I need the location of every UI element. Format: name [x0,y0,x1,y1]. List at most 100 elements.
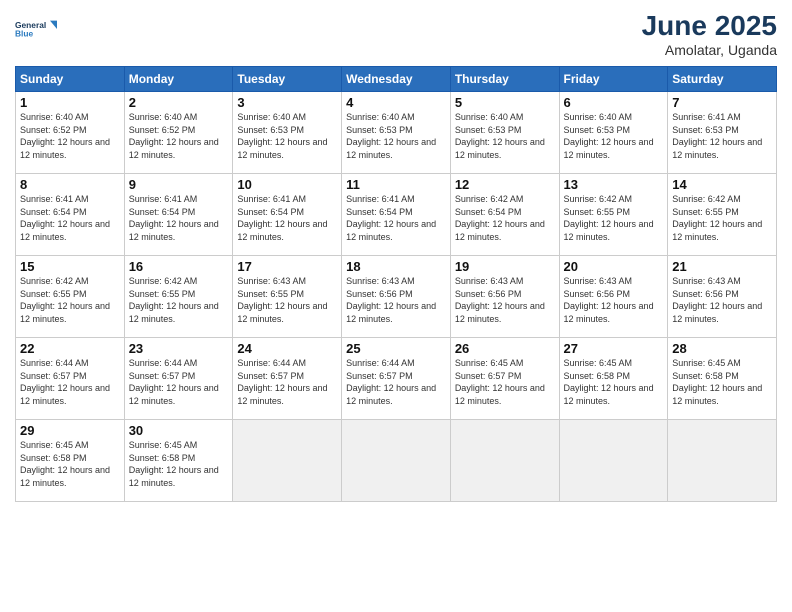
day-cell: 6 Sunrise: 6:40 AMSunset: 6:53 PMDayligh… [559,92,668,174]
day-cell: 13 Sunrise: 6:42 AMSunset: 6:55 PMDaylig… [559,174,668,256]
col-saturday: Saturday [668,67,777,92]
day-info: Sunrise: 6:41 AMSunset: 6:54 PMDaylight:… [346,194,436,242]
day-info: Sunrise: 6:42 AMSunset: 6:55 PMDaylight:… [129,276,219,324]
day-info: Sunrise: 6:43 AMSunset: 6:56 PMDaylight:… [672,276,762,324]
day-number: 6 [564,95,664,110]
day-info: Sunrise: 6:41 AMSunset: 6:54 PMDaylight:… [20,194,110,242]
day-number: 14 [672,177,772,192]
location: Amolatar, Uganda [642,42,777,58]
day-cell: 5 Sunrise: 6:40 AMSunset: 6:53 PMDayligh… [450,92,559,174]
day-number: 3 [237,95,337,110]
logo-svg: General Blue [15,10,57,48]
col-sunday: Sunday [16,67,125,92]
week-row: 1 Sunrise: 6:40 AMSunset: 6:52 PMDayligh… [16,92,777,174]
day-info: Sunrise: 6:43 AMSunset: 6:55 PMDaylight:… [237,276,327,324]
day-info: Sunrise: 6:43 AMSunset: 6:56 PMDaylight:… [346,276,436,324]
day-number: 7 [672,95,772,110]
calendar-body: 1 Sunrise: 6:40 AMSunset: 6:52 PMDayligh… [16,92,777,502]
day-info: Sunrise: 6:44 AMSunset: 6:57 PMDaylight:… [346,358,436,406]
day-number: 18 [346,259,446,274]
empty-cell [233,420,342,502]
day-number: 27 [564,341,664,356]
day-info: Sunrise: 6:45 AMSunset: 6:58 PMDaylight:… [672,358,762,406]
day-number: 28 [672,341,772,356]
day-cell: 29 Sunrise: 6:45 AMSunset: 6:58 PMDaylig… [16,420,125,502]
title-block: June 2025 Amolatar, Uganda [642,10,777,58]
day-info: Sunrise: 6:40 AMSunset: 6:53 PMDaylight:… [564,112,654,160]
day-cell: 15 Sunrise: 6:42 AMSunset: 6:55 PMDaylig… [16,256,125,338]
day-info: Sunrise: 6:45 AMSunset: 6:57 PMDaylight:… [455,358,545,406]
col-thursday: Thursday [450,67,559,92]
day-info: Sunrise: 6:42 AMSunset: 6:54 PMDaylight:… [455,194,545,242]
day-cell: 22 Sunrise: 6:44 AMSunset: 6:57 PMDaylig… [16,338,125,420]
day-info: Sunrise: 6:45 AMSunset: 6:58 PMDaylight:… [129,440,219,488]
day-number: 22 [20,341,120,356]
day-number: 2 [129,95,229,110]
day-cell: 17 Sunrise: 6:43 AMSunset: 6:55 PMDaylig… [233,256,342,338]
day-info: Sunrise: 6:40 AMSunset: 6:53 PMDaylight:… [237,112,327,160]
logo: General Blue [15,10,57,48]
day-cell: 27 Sunrise: 6:45 AMSunset: 6:58 PMDaylig… [559,338,668,420]
day-number: 25 [346,341,446,356]
day-info: Sunrise: 6:42 AMSunset: 6:55 PMDaylight:… [20,276,110,324]
day-cell: 25 Sunrise: 6:44 AMSunset: 6:57 PMDaylig… [342,338,451,420]
day-number: 9 [129,177,229,192]
day-number: 4 [346,95,446,110]
day-info: Sunrise: 6:41 AMSunset: 6:54 PMDaylight:… [237,194,327,242]
day-number: 19 [455,259,555,274]
empty-cell [559,420,668,502]
day-info: Sunrise: 6:40 AMSunset: 6:53 PMDaylight:… [346,112,436,160]
day-number: 5 [455,95,555,110]
calendar-table: Sunday Monday Tuesday Wednesday Thursday… [15,66,777,502]
empty-cell [450,420,559,502]
day-info: Sunrise: 6:45 AMSunset: 6:58 PMDaylight:… [564,358,654,406]
month-year: June 2025 [642,10,777,42]
week-row: 22 Sunrise: 6:44 AMSunset: 6:57 PMDaylig… [16,338,777,420]
col-monday: Monday [124,67,233,92]
col-tuesday: Tuesday [233,67,342,92]
day-cell: 24 Sunrise: 6:44 AMSunset: 6:57 PMDaylig… [233,338,342,420]
header-row: Sunday Monday Tuesday Wednesday Thursday… [16,67,777,92]
day-cell: 2 Sunrise: 6:40 AMSunset: 6:52 PMDayligh… [124,92,233,174]
col-friday: Friday [559,67,668,92]
day-number: 1 [20,95,120,110]
day-number: 16 [129,259,229,274]
day-info: Sunrise: 6:45 AMSunset: 6:58 PMDaylight:… [20,440,110,488]
day-number: 8 [20,177,120,192]
day-info: Sunrise: 6:44 AMSunset: 6:57 PMDaylight:… [237,358,327,406]
day-info: Sunrise: 6:41 AMSunset: 6:54 PMDaylight:… [129,194,219,242]
week-row: 15 Sunrise: 6:42 AMSunset: 6:55 PMDaylig… [16,256,777,338]
day-info: Sunrise: 6:40 AMSunset: 6:53 PMDaylight:… [455,112,545,160]
day-cell: 7 Sunrise: 6:41 AMSunset: 6:53 PMDayligh… [668,92,777,174]
day-number: 15 [20,259,120,274]
header: General Blue June 2025 Amolatar, Uganda [15,10,777,58]
empty-cell [342,420,451,502]
col-wednesday: Wednesday [342,67,451,92]
day-cell: 1 Sunrise: 6:40 AMSunset: 6:52 PMDayligh… [16,92,125,174]
empty-cell [668,420,777,502]
day-cell: 20 Sunrise: 6:43 AMSunset: 6:56 PMDaylig… [559,256,668,338]
day-number: 29 [20,423,120,438]
day-cell: 28 Sunrise: 6:45 AMSunset: 6:58 PMDaylig… [668,338,777,420]
day-number: 12 [455,177,555,192]
day-cell: 8 Sunrise: 6:41 AMSunset: 6:54 PMDayligh… [16,174,125,256]
day-cell: 4 Sunrise: 6:40 AMSunset: 6:53 PMDayligh… [342,92,451,174]
day-number: 11 [346,177,446,192]
day-info: Sunrise: 6:43 AMSunset: 6:56 PMDaylight:… [455,276,545,324]
day-number: 20 [564,259,664,274]
day-number: 26 [455,341,555,356]
day-cell: 23 Sunrise: 6:44 AMSunset: 6:57 PMDaylig… [124,338,233,420]
day-number: 17 [237,259,337,274]
day-number: 30 [129,423,229,438]
day-cell: 30 Sunrise: 6:45 AMSunset: 6:58 PMDaylig… [124,420,233,502]
day-cell: 9 Sunrise: 6:41 AMSunset: 6:54 PMDayligh… [124,174,233,256]
day-info: Sunrise: 6:40 AMSunset: 6:52 PMDaylight:… [20,112,110,160]
day-cell: 26 Sunrise: 6:45 AMSunset: 6:57 PMDaylig… [450,338,559,420]
day-cell: 19 Sunrise: 6:43 AMSunset: 6:56 PMDaylig… [450,256,559,338]
day-cell: 16 Sunrise: 6:42 AMSunset: 6:55 PMDaylig… [124,256,233,338]
day-number: 23 [129,341,229,356]
day-number: 21 [672,259,772,274]
day-number: 13 [564,177,664,192]
day-info: Sunrise: 6:44 AMSunset: 6:57 PMDaylight:… [129,358,219,406]
page: General Blue June 2025 Amolatar, Uganda … [0,0,792,612]
